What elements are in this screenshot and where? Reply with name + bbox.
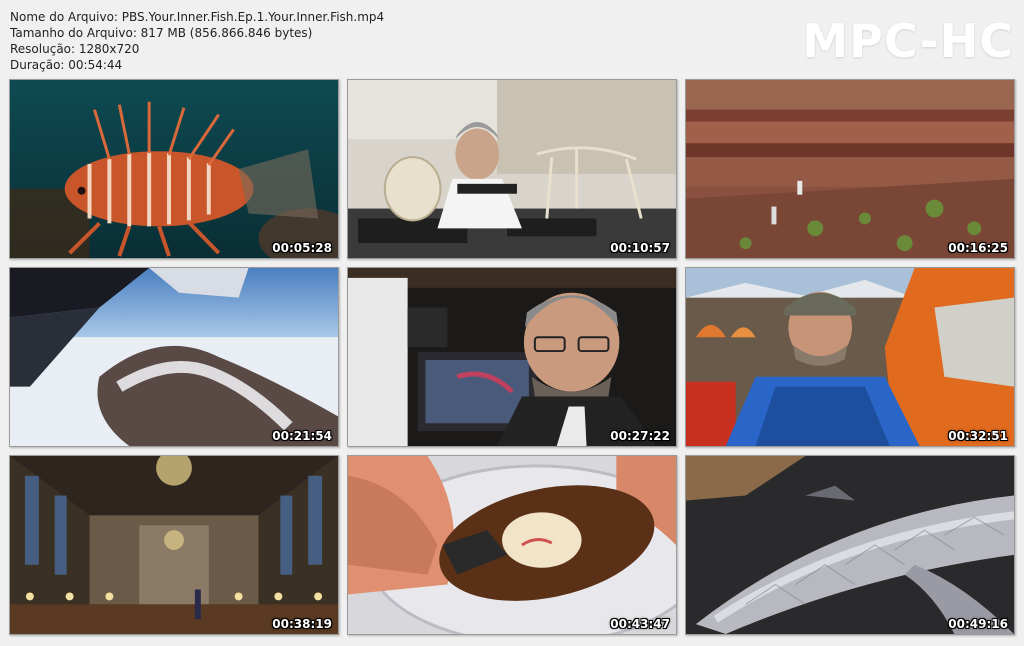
thumbnail-grid: 00:05:28 00:10:57 00:16:25 00:21:54 00:2… — [9, 79, 1015, 635]
timestamp: 00:10:57 — [610, 241, 670, 255]
duration-line: Duração: 00:54:44 — [10, 58, 123, 72]
thumbnail-8: 00:43:47 — [347, 455, 677, 635]
timestamp: 00:16:25 — [948, 241, 1008, 255]
lab-scene-image — [348, 80, 676, 258]
timestamp: 00:27:22 — [610, 429, 670, 443]
thumbnail-7: 00:38:19 — [9, 455, 339, 635]
thumbnail-3: 00:16:25 — [685, 79, 1015, 259]
thumbnail-6: 00:32:51 — [685, 267, 1015, 447]
thumbnail-2: 00:10:57 — [347, 79, 677, 259]
thumbnail-5: 00:27:22 — [347, 267, 677, 447]
file-name-line: Nome do Arquivo: PBS.Your.Inner.Fish.Ep.… — [10, 10, 385, 24]
aerial-scene-image — [10, 268, 338, 446]
tent-scene-image — [686, 268, 1014, 446]
timestamp: 00:05:28 — [272, 241, 332, 255]
resolution-line: Resolução: 1280x720 — [10, 42, 140, 56]
file-size-line: Tamanho do Arquivo: 817 MB (856.866.846 … — [10, 26, 313, 40]
timestamp: 00:43:47 — [610, 617, 670, 631]
timestamp: 00:49:16 — [948, 617, 1008, 631]
lionfish-scene-image — [10, 80, 338, 258]
timestamp: 00:21:54 — [272, 429, 332, 443]
hall-scene-image — [10, 456, 338, 634]
timestamp: 00:32:51 — [948, 429, 1008, 443]
thumbnail-9: 00:49:16 — [685, 455, 1015, 635]
microscope-scene-image — [348, 268, 676, 446]
fish-scene-image — [686, 456, 1014, 634]
timestamp: 00:38:19 — [272, 617, 332, 631]
file-info: Nome do Arquivo: PBS.Your.Inner.Fish.Ep.… — [10, 9, 384, 73]
embryo-scene-image — [348, 456, 676, 634]
thumbnail-4: 00:21:54 — [9, 267, 339, 447]
cliffs-scene-image — [686, 80, 1014, 258]
mpc-hc-logo: MPC-HC — [802, 14, 1014, 68]
thumbnail-1: 00:05:28 — [9, 79, 339, 259]
